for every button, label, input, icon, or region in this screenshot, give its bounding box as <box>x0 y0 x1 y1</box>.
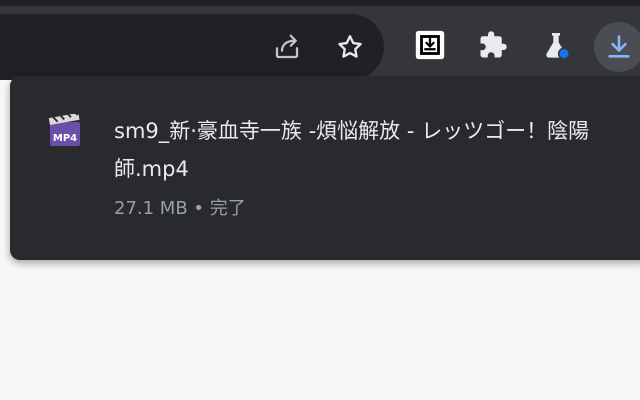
status-separator: • <box>193 198 205 219</box>
tab-strip <box>0 0 640 6</box>
download-file-name[interactable]: sm9_新·豪血寺一族 -煩悩解放 - レッツゴー！陰陽師.mp4 <box>114 112 614 188</box>
file-size: 27.1 MB <box>114 198 188 219</box>
address-bar[interactable] <box>0 14 384 80</box>
browser-toolbar <box>0 0 640 80</box>
flask-labs-icon[interactable] <box>538 27 574 63</box>
download-status: 完了 <box>209 198 246 219</box>
puzzle-extensions-icon[interactable] <box>475 27 511 63</box>
screenshot-extension-icon[interactable] <box>412 27 448 63</box>
download-status-line: 27.1 MB • 完了 <box>114 195 246 223</box>
star-icon[interactable] <box>333 30 367 64</box>
file-type-badge: MP4 <box>53 133 77 144</box>
download-bubble: MP4 sm9_新·豪血寺一族 -煩悩解放 - レッツゴー！陰陽師.mp4 27… <box>10 76 640 260</box>
download-button[interactable] <box>594 22 640 72</box>
share-icon[interactable] <box>270 30 304 64</box>
mp4-file-icon[interactable]: MP4 <box>48 109 84 150</box>
download-icon <box>608 35 630 58</box>
